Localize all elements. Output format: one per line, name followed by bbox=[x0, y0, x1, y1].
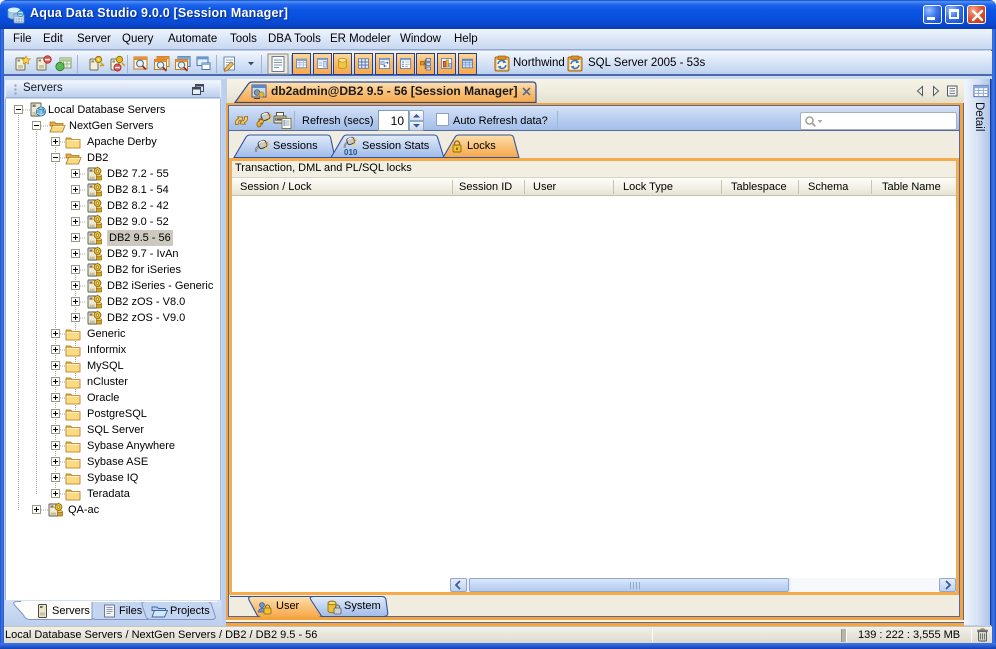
svg-text:010: 010 bbox=[344, 148, 358, 156]
